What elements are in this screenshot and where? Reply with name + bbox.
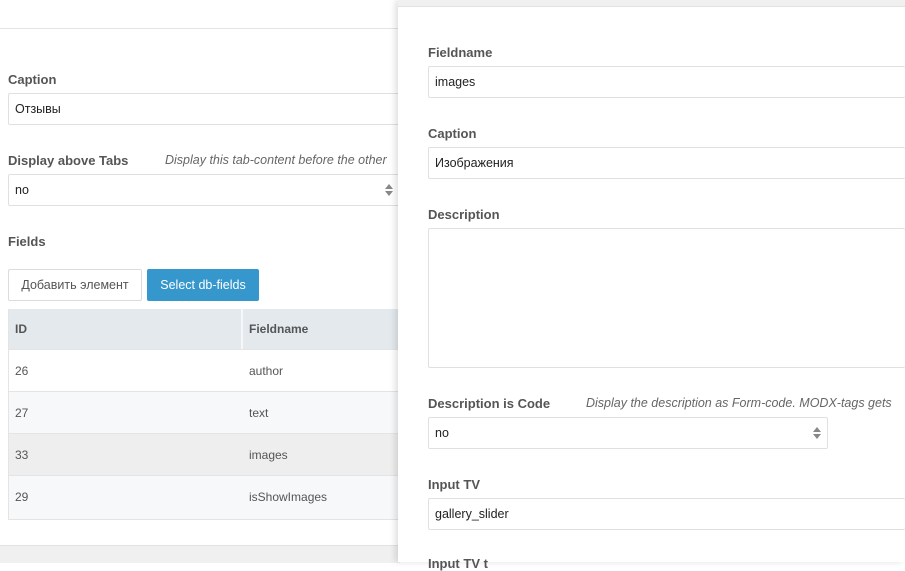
table-row[interactable]: 27 text <box>9 391 401 433</box>
caption-label: Caption <box>428 126 477 141</box>
row-fieldname: images <box>249 447 288 462</box>
row-fieldname: text <box>249 405 269 420</box>
description-is-code-value: no <box>435 426 449 440</box>
input-tv-input[interactable]: gallery_slider <box>428 498 905 530</box>
description-is-code-select[interactable]: no <box>428 417 828 449</box>
select-db-fields-button[interactable]: Select db-fields <box>147 269 259 301</box>
column-header-id[interactable]: ID <box>9 309 241 349</box>
fields-label: Fields <box>8 234 46 249</box>
table-row-selected[interactable]: 33 images <box>9 433 401 475</box>
row-id: 27 <box>15 405 29 420</box>
display-above-tabs-select[interactable]: no <box>8 174 400 206</box>
fieldname-label: Fieldname <box>428 45 493 60</box>
table-row[interactable]: 26 author <box>9 349 401 391</box>
input-tv-label: Input TV <box>428 477 480 492</box>
row-id: 29 <box>15 489 29 504</box>
row-fieldname: author <box>249 363 284 378</box>
table-row[interactable]: 29 isShowImages <box>9 475 401 520</box>
column-header-fieldname[interactable]: Fieldname <box>243 309 401 349</box>
caption-input[interactable]: Отзывы <box>8 93 400 125</box>
input-tv-type-label: Input TV t <box>428 556 488 571</box>
display-above-tabs-hint: Display this tab-content before the othe… <box>165 153 387 167</box>
field-editor-panel: Fieldname images Caption Изображения Des… <box>398 0 905 571</box>
caption-label: Caption <box>8 72 57 87</box>
description-is-code-label: Description is Code <box>428 396 551 411</box>
description-is-code-hint: Display the description as Form-code. MO… <box>586 396 892 410</box>
panel-footer <box>0 545 400 563</box>
description-textarea[interactable] <box>428 228 905 368</box>
select-arrows-icon <box>813 427 821 439</box>
select-arrows-icon <box>385 184 393 196</box>
fieldname-input[interactable]: images <box>428 66 905 98</box>
left-panel: Caption Отзывы Display above Tabs Displa… <box>0 0 401 563</box>
add-element-button[interactable]: Добавить элемент <box>8 269 142 301</box>
row-id: 33 <box>15 447 29 462</box>
display-above-tabs-label: Display above Tabs <box>8 153 129 168</box>
description-label: Description <box>428 207 500 222</box>
fields-table: ID Fieldname 26 author 27 text 33 images… <box>8 309 401 520</box>
panel-header-bar <box>398 0 905 7</box>
panel-divider <box>0 28 400 29</box>
table-header: ID Fieldname <box>9 309 401 349</box>
caption-input[interactable]: Изображения <box>428 147 905 179</box>
display-above-tabs-value: no <box>15 183 29 197</box>
row-id: 26 <box>15 363 29 378</box>
row-fieldname: isShowImages <box>249 489 328 504</box>
